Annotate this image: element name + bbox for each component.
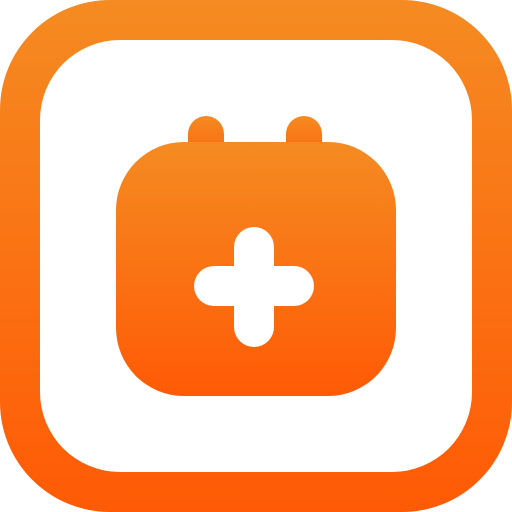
calendar-plus-icon: [116, 116, 396, 396]
plus-sign-horizontal: [194, 266, 314, 306]
app-icon: [0, 0, 512, 512]
